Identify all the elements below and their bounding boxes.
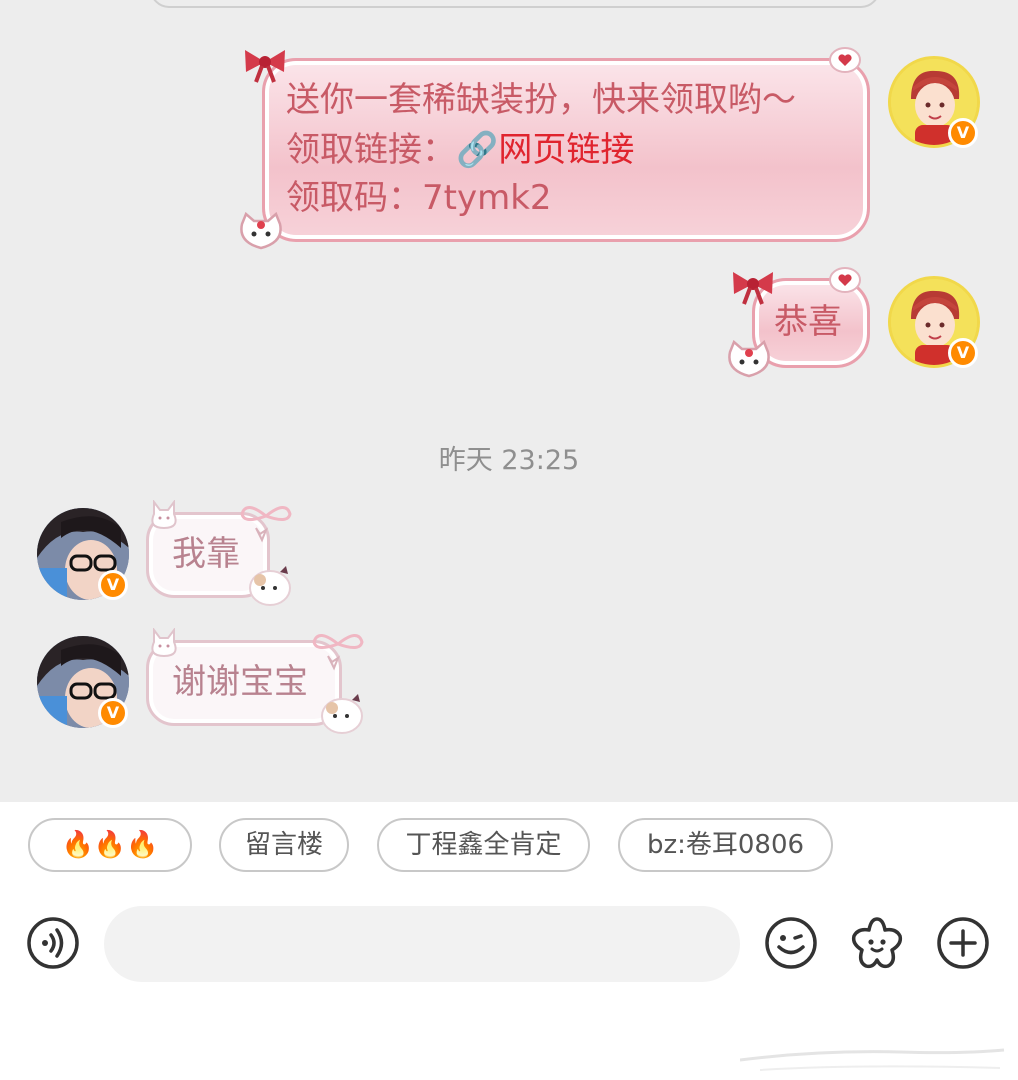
link-icon: 🔗 — [456, 130, 499, 170]
verified-badge: V — [98, 570, 128, 600]
heart-bubble-icon — [829, 267, 861, 293]
bunny-icon — [151, 628, 177, 658]
message-timestamp: 昨天 23:25 — [438, 445, 580, 476]
verified-badge: V — [948, 118, 978, 148]
reply-text-2: 谢谢宝宝 — [172, 662, 308, 702]
ribbon-icon — [240, 506, 292, 543]
verified-badge: V — [948, 338, 978, 368]
gift-web-link[interactable]: 网页链接 — [498, 130, 634, 170]
voice-icon[interactable] — [26, 916, 80, 970]
ribbon-icon — [312, 634, 364, 671]
gift-line-2: 领取链接：🔗网页链接 — [286, 130, 634, 170]
watermark-scribble — [740, 1048, 1005, 1071]
congrats-text: 恭喜 — [774, 302, 842, 342]
quick-reply-chip-message-board[interactable]: 留言楼 — [219, 818, 349, 872]
quick-reply-chip-bz[interactable]: bz:卷耳0806 — [618, 818, 833, 872]
quick-reply-chip-fire[interactable]: 🔥🔥🔥 — [28, 818, 192, 872]
kitty-icon — [728, 340, 770, 378]
kitty-icon — [240, 212, 282, 250]
heart-bubble-icon — [829, 47, 861, 73]
bow-icon — [733, 272, 773, 305]
verified-badge: V — [98, 698, 128, 728]
chat-area[interactable]: 送你一套稀缺装扮，快来领取哟～ 领取链接：🔗网页链接 领取码：7tymk2 V … — [0, 0, 1018, 802]
bow-icon — [245, 50, 285, 83]
gift-link-label: 领取链接： — [286, 130, 456, 170]
quick-reply-bar: 🔥🔥🔥 留言楼 丁程鑫全肯定 bz:卷耳0806 — [0, 802, 1018, 888]
message-input[interactable] — [104, 906, 740, 982]
bunny-icon — [151, 500, 177, 530]
reply-text-1: 我靠 — [172, 534, 240, 574]
previous-message-bubble — [150, 0, 880, 8]
cat-mascot-icon — [249, 566, 291, 606]
cat-mascot-icon — [321, 694, 363, 734]
quick-reply-chip-affirm[interactable]: 丁程鑫全肯定 — [377, 818, 590, 872]
gift-line-3: 领取码：7tymk2 — [286, 178, 552, 218]
gift-line-1: 送你一套稀缺装扮，快来领取哟～ — [286, 80, 796, 120]
